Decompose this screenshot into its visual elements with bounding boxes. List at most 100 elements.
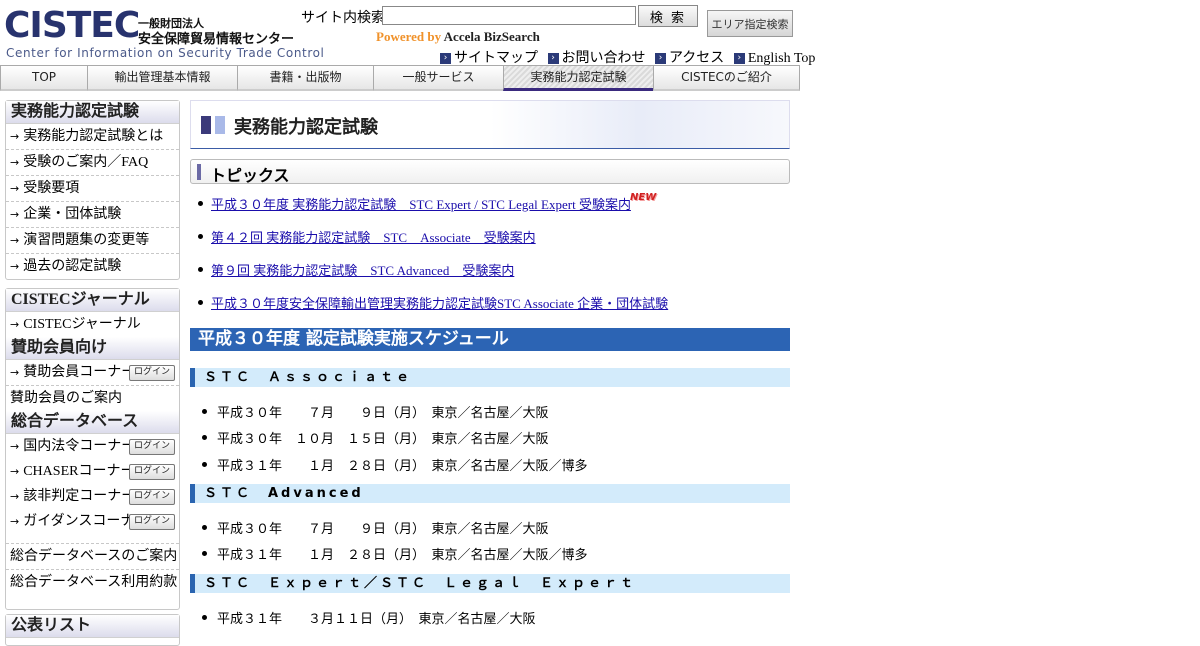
- sidebar-item-members-guide[interactable]: 賛助会員のご案内: [6, 386, 179, 411]
- powered-name: Accela BizSearch: [443, 29, 540, 44]
- arrow-right-icon: →: [10, 318, 20, 331]
- bullet-icon: [198, 267, 203, 272]
- tab-general-services[interactable]: 一般サービス: [373, 65, 504, 91]
- arrow-right-icon: →: [10, 182, 20, 195]
- topic-item: 平成３０年度 実務能力認定試験 STC Expert / STC Legal E…: [198, 194, 631, 213]
- schedule-entry: 平成３０年 ７月 ９日（月） 東京／名古屋／大阪: [202, 518, 549, 537]
- bullet-icon: [198, 201, 203, 206]
- bullet-icon: [198, 300, 203, 305]
- powered-prefix: Powered by: [376, 29, 442, 44]
- schedule-heading: 平成３０年度 認定試験実施スケジュール: [190, 328, 790, 351]
- topic-link-advanced-exam[interactable]: 第９回 実務能力認定試験 STC Advanced 受験案内: [211, 263, 514, 278]
- sidebar-item-database-terms[interactable]: 総合データベース利用約款: [6, 570, 179, 595]
- sitemap-link[interactable]: › サイトマップ: [440, 47, 538, 67]
- tab-export-control-basics[interactable]: 輸出管理基本情報: [87, 65, 238, 91]
- arrow-right-icon: →: [10, 465, 20, 478]
- schedule-entry: 平成３１年 １月 ２８日（月） 東京／名古屋／大阪／博多: [202, 455, 588, 474]
- sidebar-exam-title: 実務能力認定試験: [6, 101, 179, 124]
- sidebar-journal-box: CISTECジャーナル → CISTECジャーナル 賛助会員向け → 賛助会員コーナ…: [5, 288, 180, 610]
- arrow-icon: ›: [440, 53, 451, 64]
- topics-marker: [197, 164, 201, 180]
- topic-item: 第９回 実務能力認定試験 STC Advanced 受験案内: [198, 260, 514, 279]
- search-button[interactable]: 検 索: [638, 5, 698, 27]
- cistec-logo[interactable]: CISTEC 一般財団法人 安全保障貿易情報センター Center for In…: [4, 5, 324, 62]
- tab-certification-exam[interactable]: 実務能力認定試験: [503, 65, 654, 91]
- schedule-entry: 平成３０年 ７月 ９日（月） 東京／名古屋／大阪: [202, 402, 549, 421]
- new-badge: NEW: [630, 192, 657, 203]
- section-heading-associate: ＳＴＣ Ａｓｓｏｃｉａｔｅ: [190, 368, 790, 387]
- bullet-icon: [202, 409, 207, 414]
- arrow-icon: ›: [733, 53, 745, 64]
- bullet-icon: [202, 615, 207, 620]
- arrow-right-icon: →: [10, 208, 20, 221]
- bullet-icon: [202, 462, 207, 467]
- arrow-right-icon: →: [10, 260, 20, 273]
- arrow-right-icon: →: [10, 440, 20, 453]
- tab-publications[interactable]: 書籍・出版物: [237, 65, 374, 91]
- arrow-right-icon: →: [10, 156, 20, 169]
- topics-header: トピックス: [190, 159, 790, 185]
- logo-english-name: Center for Information on Security Trade…: [6, 46, 325, 60]
- sidebar-journal-title: CISTECジャーナル: [6, 289, 179, 312]
- sidebar-item-domestic-law-corner[interactable]: → 国内法令コーナー ログイン: [6, 434, 179, 459]
- page-title: 実務能力認定試験: [234, 117, 378, 138]
- area-search-button[interactable]: エリア指定検索: [707, 10, 793, 37]
- topic-link-associate-exam[interactable]: 第４２回 実務能力認定試験 STC Associate 受験案内: [211, 230, 536, 245]
- sidebar-members-title: 賛助会員向け: [6, 337, 179, 360]
- sidebar-item-exam-guide-faq[interactable]: → 受験のご案内／FAQ: [6, 150, 179, 176]
- tab-top[interactable]: TOP: [0, 65, 88, 91]
- bullet-icon: [202, 435, 207, 440]
- tab-about-cistec[interactable]: CISTECのご紹介: [653, 65, 800, 91]
- arrow-right-icon: →: [10, 234, 20, 247]
- site-search-input[interactable]: [382, 6, 636, 25]
- sidebar-item-corporate-exam[interactable]: → 企業・団体試験: [6, 202, 179, 228]
- utility-links: › サイトマップ › お問い合わせ › アクセス › English Top: [440, 47, 821, 67]
- section-heading-advanced: ＳＴＣ Advanced: [190, 484, 790, 503]
- topics-title: トピックス: [210, 166, 290, 185]
- sidebar-item-database-guide[interactable]: 総合データベースのご案内: [6, 544, 179, 570]
- arrow-right-icon: →: [10, 366, 20, 379]
- sidebar-published-list-box: 公表リスト: [5, 614, 180, 646]
- topic-item: 第４２回 実務能力認定試験 STC Associate 受験案内: [198, 227, 536, 246]
- page-title-banner: 実務能力認定試験: [190, 100, 790, 149]
- powered-by: Powered by Accela BizSearch: [376, 29, 540, 45]
- sidebar-item-past-exams[interactable]: → 過去の認定試験: [6, 254, 179, 279]
- sidebar-published-list-title: 公表リスト: [6, 615, 179, 638]
- access-link[interactable]: › アクセス: [655, 47, 724, 67]
- login-button[interactable]: ログイン: [129, 365, 175, 381]
- sidebar-item-exercise-changes[interactable]: → 演習問題集の変更等: [6, 228, 179, 254]
- sidebar-database-title: 総合データベース: [6, 411, 179, 434]
- sidebar-item-exam-requirements[interactable]: → 受験要項: [6, 176, 179, 202]
- logo-org-name: 安全保障貿易情報センター: [138, 32, 295, 47]
- global-nav: TOP 輸出管理基本情報 書籍・出版物 一般サービス 実務能力認定試験 CIST…: [0, 65, 800, 91]
- section-heading-expert: ＳＴＣ Ｅｘｐｅｒｔ／ＳＴＣ Ｌｅｇａｌ Ｅｘｐｅｒｔ: [190, 574, 790, 593]
- logo-wordmark: CISTEC: [4, 5, 140, 46]
- sidebar-item-cistec-journal[interactable]: → CISTECジャーナル: [6, 312, 179, 337]
- sidebar-item-guidance-corner[interactable]: → ガイダンスコーナー ログイン: [6, 509, 179, 544]
- bullet-icon: [202, 551, 207, 556]
- topic-item: 平成３０年度安全保障輸出管理実務能力認定試験STC Associate 企業・団…: [198, 293, 668, 312]
- sidebar-item-about-exam[interactable]: → 実務能力認定試験とは: [6, 124, 179, 150]
- login-button[interactable]: ログイン: [129, 439, 175, 455]
- schedule-entry: 平成３０年 １０月 １５日（月） 東京／名古屋／大阪: [202, 428, 549, 447]
- login-button[interactable]: ログイン: [129, 514, 175, 530]
- sidebar-item-members-corner[interactable]: → 賛助会員コーナー ログイン: [6, 360, 179, 386]
- login-button[interactable]: ログイン: [129, 464, 175, 480]
- bullet-icon: [202, 525, 207, 530]
- title-marker-light: [215, 116, 225, 134]
- arrow-right-icon: →: [10, 490, 20, 503]
- topic-link-expert-exam[interactable]: 平成３０年度 実務能力認定試験 STC Expert / STC Legal E…: [211, 197, 631, 212]
- title-marker-dark: [201, 116, 211, 134]
- topic-link-corporate-exam[interactable]: 平成３０年度安全保障輸出管理実務能力認定試験STC Associate 企業・団…: [211, 296, 668, 311]
- sidebar-exam-box: 実務能力認定試験 → 実務能力認定試験とは → 受験のご案内／FAQ → 受験要項 →…: [5, 100, 180, 280]
- sidebar-item-chaser-corner[interactable]: → CHASERコーナー ログイン: [6, 459, 179, 484]
- arrow-right-icon: →: [10, 515, 20, 528]
- sidebar-item-classification-corner[interactable]: → 該非判定コーナー ログイン: [6, 484, 179, 509]
- schedule-entry: 平成３１年 １月 ２８日（月） 東京／名古屋／大阪／博多: [202, 544, 588, 563]
- arrow-icon: ›: [655, 53, 666, 64]
- login-button[interactable]: ログイン: [129, 489, 175, 505]
- schedule-entry: 平成３１年 ３月１１日（月） 東京／名古屋／大阪: [202, 608, 536, 627]
- arrow-right-icon: →: [10, 130, 20, 143]
- contact-link[interactable]: › お問い合わせ: [547, 47, 646, 67]
- bullet-icon: [198, 234, 203, 239]
